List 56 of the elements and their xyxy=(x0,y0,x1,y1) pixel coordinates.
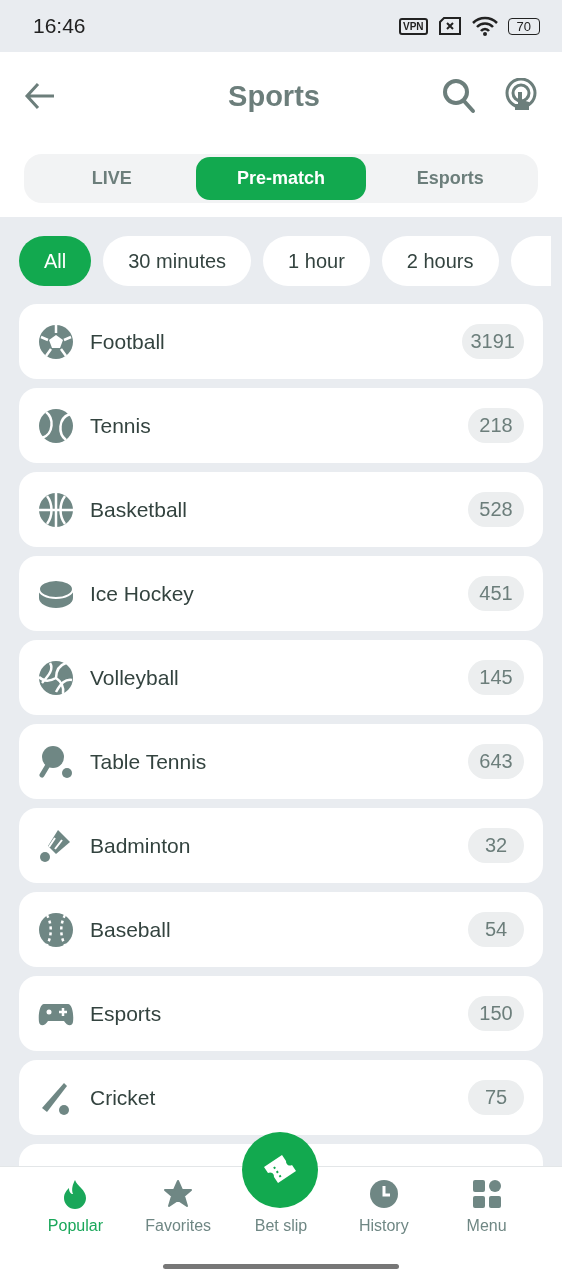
sport-row[interactable]: Table Tennis 643 xyxy=(19,724,543,799)
clock-time: 16:46 xyxy=(33,14,86,38)
back-arrow-icon[interactable] xyxy=(24,82,56,110)
star-icon xyxy=(163,1179,194,1209)
sim-off-icon xyxy=(437,17,462,35)
event-count: 643 xyxy=(468,744,524,779)
basketball-icon xyxy=(38,491,74,528)
sport-row[interactable]: Ice Hockey 451 xyxy=(19,556,543,631)
baseball-icon xyxy=(38,911,74,948)
event-count: 75 xyxy=(468,1080,524,1115)
clock-icon xyxy=(368,1179,399,1209)
sport-row[interactable]: Basketball 528 xyxy=(19,472,543,547)
sport-name: Esports xyxy=(90,1001,163,1026)
sport-name: Ice Hockey xyxy=(90,581,195,606)
sport-row[interactable]: Badminton 32 xyxy=(19,808,543,883)
search-icon[interactable] xyxy=(442,78,476,114)
sport-name: Football xyxy=(90,329,166,354)
tab[interactable]: LIVE xyxy=(27,157,197,200)
sport-row[interactable]: Tennis 218 xyxy=(19,388,543,463)
event-count: 3191 xyxy=(461,324,524,359)
event-count: 150 xyxy=(468,996,524,1031)
sport-row[interactable]: Cricket 75 xyxy=(19,1060,543,1135)
event-count: 32 xyxy=(468,828,524,863)
nav-label[interactable]: History xyxy=(358,1217,409,1235)
wifi-icon xyxy=(471,16,498,36)
tennis-ball-icon xyxy=(38,407,74,444)
event-count: 451 xyxy=(468,576,524,611)
sport-name: Table Tennis xyxy=(90,749,208,774)
volleyball-icon xyxy=(38,659,74,696)
sport-name: Badminton xyxy=(90,833,192,858)
event-count: 218 xyxy=(468,408,524,443)
soccer-ball-icon xyxy=(38,323,74,360)
nav-label[interactable]: Bet slip xyxy=(254,1217,308,1235)
time-filter-chip[interactable]: 1 hour xyxy=(263,236,370,286)
tab[interactable]: Esports xyxy=(365,157,535,200)
vpn-indicator: VPN xyxy=(398,17,428,35)
time-filter-chip[interactable]: 2 hours xyxy=(381,236,499,286)
page-title: Sports xyxy=(227,79,321,113)
event-count: 528 xyxy=(468,492,524,527)
sport-name: Baseball xyxy=(90,917,172,942)
sport-name: Volleyball xyxy=(90,665,180,690)
nav-label[interactable]: Favorites xyxy=(145,1217,212,1235)
sport-name: Basketball xyxy=(90,497,188,522)
ping-pong-paddle-icon xyxy=(38,743,74,780)
time-filter-chip[interactable]: 30 minutes xyxy=(103,236,252,286)
battery-level: 70 xyxy=(507,17,540,35)
event-count: 54 xyxy=(468,912,524,947)
sport-name: Cricket xyxy=(90,1085,157,1110)
sport-name: Tennis xyxy=(90,413,152,438)
sport-row[interactable]: Baseball 54 xyxy=(19,892,543,967)
nav-label[interactable]: Menu xyxy=(466,1217,507,1235)
event-count: 145 xyxy=(468,660,524,695)
sport-row[interactable]: Volleyball 145 xyxy=(19,640,543,715)
sport-row[interactable]: Esports 150 xyxy=(19,976,543,1051)
sport-row[interactable]: Football 3191 xyxy=(19,304,543,379)
grid-menu-icon xyxy=(471,1179,502,1209)
